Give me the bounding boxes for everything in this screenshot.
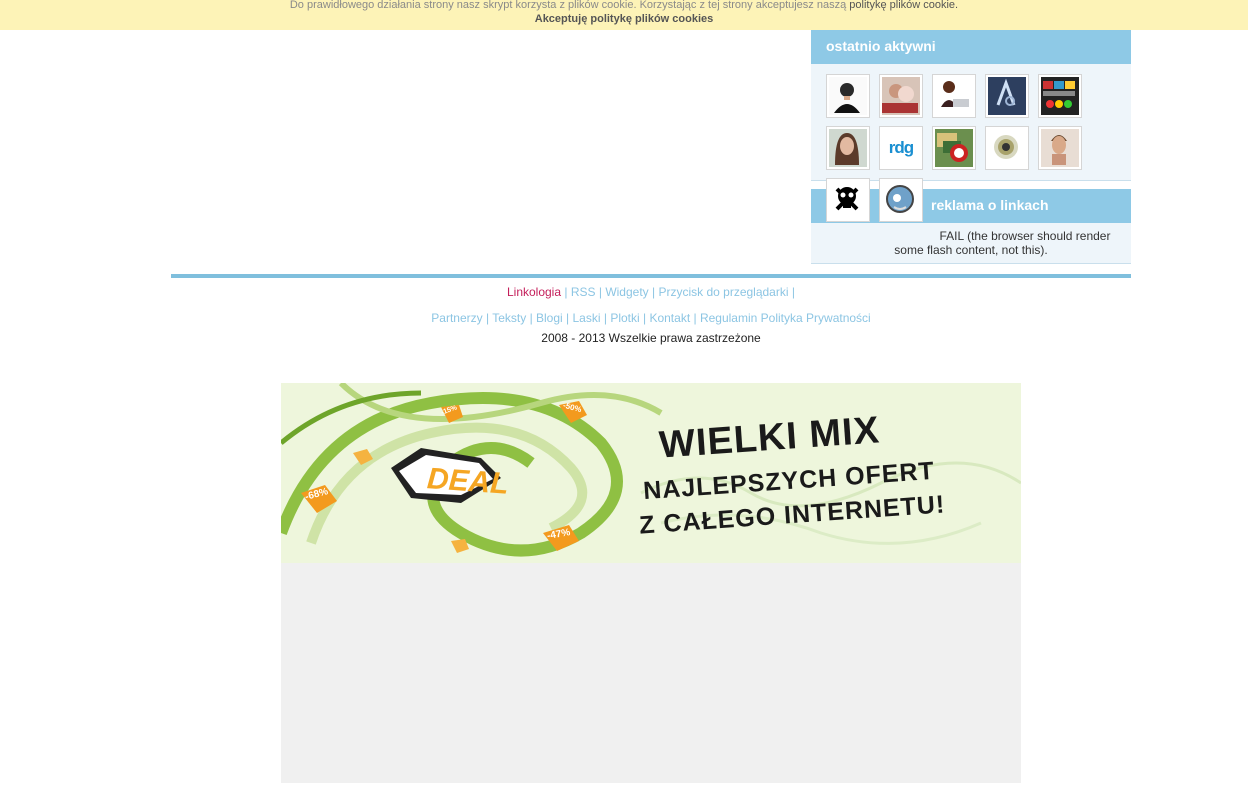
footer-links-primary: Linkologia | RSS | Widgety | Przycisk do…: [506, 285, 795, 299]
ad-placeholder-area: [281, 563, 1021, 783]
user-avatar[interactable]: [1038, 74, 1082, 118]
user-avatar[interactable]: [879, 74, 923, 118]
flash-fallback-text: FAIL (the browser should render some fla…: [894, 229, 1111, 257]
accept-cookies-link[interactable]: Akceptuję politykę plików cookies: [535, 13, 714, 25]
footer-link-rss[interactable]: RSS: [571, 285, 596, 299]
avatar-grid: rdg: [811, 64, 1131, 222]
footer-link-blogs[interactable]: Blogi: [536, 311, 563, 325]
footer-link-widgets[interactable]: Widgety: [605, 285, 648, 299]
footer-link-privacy[interactable]: Polityka Prywatności: [761, 311, 871, 325]
user-avatar[interactable]: [826, 74, 870, 118]
deal-banner-ad[interactable]: DEAL -15% -50% -68% -47% WIELKI MIX NAJL…: [281, 383, 1021, 563]
footer-divider: [171, 274, 1131, 278]
footer-link-gossip[interactable]: Plotki: [610, 311, 639, 325]
user-avatar[interactable]: rdg: [879, 126, 923, 170]
cookie-consent-bar: Do prawidłowego działania strony nasz sk…: [0, 0, 1248, 30]
footer-link-browser-button[interactable]: Przycisk do przeglądarki: [658, 285, 788, 299]
user-avatar[interactable]: [826, 178, 870, 222]
footer-links-secondary: Partnerzy | Teksty | Blogi | Laski | Plo…: [431, 311, 871, 325]
sidebar: ostatnio aktywni rdg reklama o linkach F…: [811, 30, 1131, 264]
footer-link-partners[interactable]: Partnerzy: [431, 311, 482, 325]
user-avatar[interactable]: [932, 74, 976, 118]
user-avatar[interactable]: [932, 126, 976, 170]
user-avatar[interactable]: [1038, 126, 1082, 170]
user-avatar[interactable]: [985, 74, 1029, 118]
deal-logo-text: DEAL: [425, 462, 510, 501]
footer-link-texts[interactable]: Teksty: [492, 311, 526, 325]
footer-link-linkologia[interactable]: Linkologia: [507, 285, 561, 299]
cookie-message-line: Do prawidłowego działania strony nasz sk…: [0, 0, 1248, 12]
user-avatar[interactable]: [826, 126, 870, 170]
footer-link-girls[interactable]: Laski: [573, 311, 601, 325]
footer-link-terms[interactable]: Regulamin: [700, 311, 757, 325]
recently-active-widget: ostatnio aktywni rdg: [811, 30, 1131, 222]
recently-active-body: rdg: [811, 64, 1131, 222]
user-avatar[interactable]: [879, 178, 923, 222]
footer-copyright: 2008 - 2013 Wszelkie prawa zastrzeżone: [541, 331, 761, 345]
user-avatar[interactable]: [985, 126, 1029, 170]
footer-link-contact[interactable]: Kontakt: [649, 311, 690, 325]
recently-active-title: ostatnio aktywni: [811, 30, 1131, 64]
cookie-message: Do prawidłowego działania strony nasz sk…: [289, 0, 847, 11]
rdg-logo-text: rdg: [888, 138, 914, 157]
cookie-policy-link[interactable]: politykę plików cookie.: [849, 0, 958, 11]
